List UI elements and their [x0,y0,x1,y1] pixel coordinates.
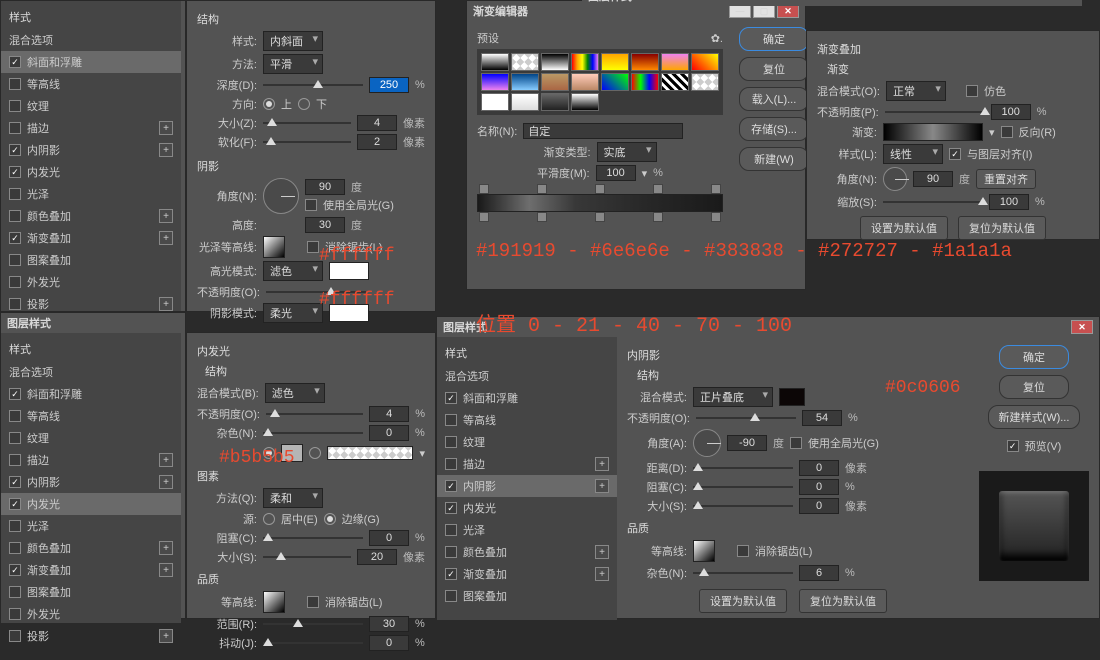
style-satin[interactable]: 光泽 [1,183,181,205]
dir-up-radio[interactable] [263,98,275,110]
glow-jitter-input[interactable]: 0 [369,635,409,651]
styles-header: 样式 [1,5,181,29]
style-stroke[interactable]: 描边+ [1,117,181,139]
shadow-mode-select[interactable]: 柔光 [263,303,323,323]
set-default-button[interactable]: 设置为默认值 [860,216,948,240]
gradient-editor-title: 渐变编辑器 [473,3,528,19]
depth-input[interactable]: 250 [369,77,409,93]
cancel-button[interactable]: 复位 [739,57,809,81]
smoothness-input[interactable]: 100 [596,165,636,181]
style-grad-overlay[interactable]: 渐变叠加+ [1,227,181,249]
shadow-noise-input[interactable]: 6 [799,565,839,581]
bevel-settings: 结构 样式:内斜面 方法:平滑 深度(D):250% 方向:上下 大小(Z):4… [186,0,436,312]
gradient-name-input[interactable] [523,123,683,139]
angle-wheel[interactable] [263,178,299,214]
shadow-angle-input[interactable]: -90 [727,435,767,451]
style-color-overlay[interactable]: 颜色叠加+ [1,205,181,227]
overlay-blend-select[interactable]: 正常 [886,81,946,101]
glow-opacity-input[interactable]: 4 [369,406,409,422]
plus-icon[interactable]: + [159,121,173,135]
style-inner-glow[interactable]: 内发光 [1,161,181,183]
new-button[interactable]: 新建(W) [739,147,809,171]
shadow-choke-input[interactable]: 0 [799,479,839,495]
style-inner-glow-sel[interactable]: 内发光 [1,493,181,515]
reset-default-button-2[interactable]: 复位为默认值 [799,589,887,613]
close-icon[interactable]: ✕ [777,4,799,18]
styles-panel-2: 图层样式 样式 混合选项 斜面和浮雕 等高线 纹理 描边+ 内阴影+ 内发光 光… [0,312,186,619]
glow-gradient[interactable] [327,446,413,460]
style-contour[interactable]: 等高线 [1,73,181,95]
soften-input[interactable]: 2 [357,134,397,150]
load-button[interactable]: 载入(L)... [739,87,809,111]
shadow-blend-select[interactable]: 正片叠底 [693,387,773,407]
blend-options[interactable]: 混合选项 [1,29,181,51]
close-icon[interactable]: ✕ [1071,320,1093,334]
glow-color-radio[interactable] [263,447,275,459]
gear-icon[interactable]: ✿. [711,32,723,45]
preview-box [979,471,1089,581]
gradient-bar[interactable] [477,194,723,212]
style-outer-glow[interactable]: 外发光 [1,271,181,293]
overlay-angle-input[interactable]: 90 [913,171,953,187]
styles-panel-1: 样式 混合选项 斜面和浮雕 等高线 纹理 描边+ 内阴影+ 内发光 光泽 颜色叠… [0,0,186,312]
reset-align-button[interactable]: 重置对齐 [976,169,1036,189]
shadow-color[interactable] [779,388,805,406]
angle-input[interactable]: 90 [305,179,345,195]
ok-button[interactable]: 确定 [739,27,809,51]
save-button[interactable]: 存储(S)... [739,117,809,141]
shadow-distance-input[interactable]: 0 [799,460,839,476]
bevel-method-select[interactable]: 平滑 [263,54,323,74]
preset-grid [477,49,723,115]
highlight-mode-select[interactable]: 滤色 [263,261,323,281]
shadow-size-input[interactable]: 0 [799,498,839,514]
overlay-scale-input[interactable]: 100 [989,194,1029,210]
glow-color[interactable] [281,444,303,462]
gradient-type-select[interactable]: 实底 [597,142,657,162]
bevel-style-select[interactable]: 内斜面 [263,31,323,51]
dir-down-radio[interactable] [298,98,310,110]
layer-style-dialog: 图层样式 ✕ 样式 混合选项 斜面和浮雕 等高线 纹理 描边+ 内阴影+ 内发光… [436,316,1100,619]
glow-method-select[interactable]: 柔和 [263,488,323,508]
style-pattern-overlay[interactable]: 图案叠加 [1,249,181,271]
gradient-preview[interactable] [883,123,983,141]
glow-size-input[interactable]: 20 [357,549,397,565]
size-input[interactable]: 4 [357,115,397,131]
style-inner-shadow[interactable]: 内阴影+ [1,139,181,161]
reset-default-button[interactable]: 复位为默认值 [958,216,1046,240]
highlight-color[interactable] [329,262,369,280]
overlay-style-select[interactable]: 线性 [883,144,943,164]
minimize-icon[interactable]: — [729,4,751,18]
layer-style-title: 图层样式 [588,0,632,4]
shadow-opacity-input[interactable]: 54 [802,410,842,426]
gradient-overlay-panel: 渐变叠加 渐变 混合模式(O):正常仿色 不透明度(P):100% 渐变:▾反向… [806,30,1100,240]
gradient-editor-dialog: 图层样式 渐变编辑器 —▢✕ 预设✿. 名称(N): 渐变类型:实底 平滑度(M… [466,0,806,290]
style-texture[interactable]: 纹理 [1,95,181,117]
gloss-contour[interactable] [263,236,285,258]
cancel-button-2[interactable]: 复位 [999,375,1069,399]
set-default-button-2[interactable]: 设置为默认值 [699,589,787,613]
overlay-opacity-input[interactable]: 100 [991,104,1031,120]
glow-blend-select[interactable]: 滤色 [265,383,325,403]
glow-noise-input[interactable]: 0 [369,425,409,441]
glow-range-input[interactable]: 30 [369,616,409,632]
shadow-color[interactable] [329,304,369,322]
maximize-icon[interactable]: ▢ [753,4,775,18]
inner-glow-panel: 内发光 结构 混合模式(B):滤色 不透明度(O):4% 杂色(N):0% ▾ … [186,332,436,619]
style-inner-shadow-sel[interactable]: 内阴影+ [437,475,617,497]
checkbox-icon[interactable] [9,56,21,68]
glow-choke-input[interactable]: 0 [369,530,409,546]
altitude-input[interactable]: 30 [305,217,345,233]
new-style-button[interactable]: 新建样式(W)... [988,405,1081,429]
ok-button-2[interactable]: 确定 [999,345,1069,369]
depth-slider[interactable] [263,84,363,86]
style-bevel[interactable]: 斜面和浮雕 [1,51,181,73]
